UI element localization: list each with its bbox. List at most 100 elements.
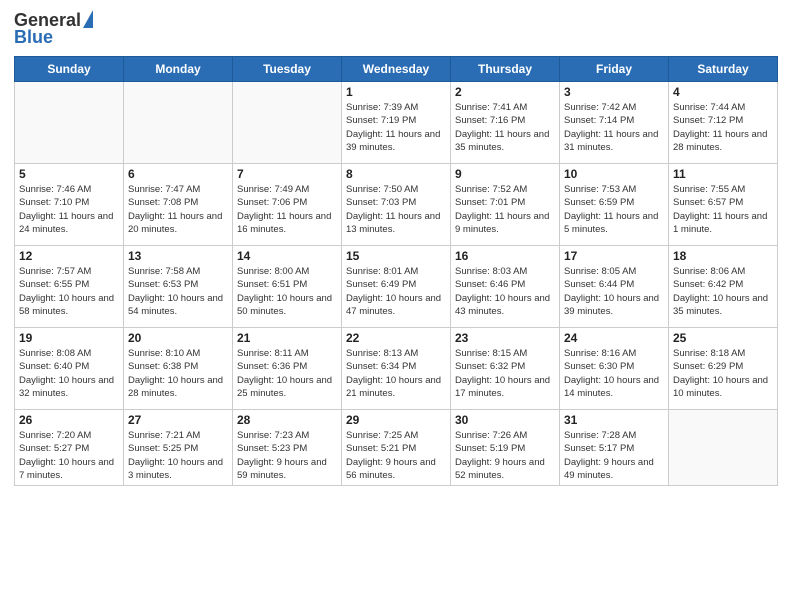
day-number: 3	[564, 85, 664, 99]
day-cell: 5Sunrise: 7:46 AMSunset: 7:10 PMDaylight…	[15, 164, 124, 246]
day-info: Sunrise: 8:08 AMSunset: 6:40 PMDaylight:…	[19, 347, 119, 400]
day-cell: 18Sunrise: 8:06 AMSunset: 6:42 PMDayligh…	[669, 246, 778, 328]
day-cell	[233, 82, 342, 164]
day-info: Sunrise: 8:01 AMSunset: 6:49 PMDaylight:…	[346, 265, 446, 318]
day-info: Sunrise: 8:11 AMSunset: 6:36 PMDaylight:…	[237, 347, 337, 400]
day-cell: 4Sunrise: 7:44 AMSunset: 7:12 PMDaylight…	[669, 82, 778, 164]
day-number: 2	[455, 85, 555, 99]
day-number: 16	[455, 249, 555, 263]
day-cell: 10 Sunrise: 7:53 AMSunset: 6:59 PMDayligh…	[560, 164, 669, 246]
day-cell: 26 Sunrise: 7:20 AMSunset: 5:27 PMDayligh…	[15, 410, 124, 486]
day-number: 6	[128, 167, 228, 181]
calendar: SundayMondayTuesdayWednesdayThursdayFrid…	[14, 56, 778, 486]
day-info: Sunrise: 8:18 AMSunset: 6:29 PMDaylight:…	[673, 347, 773, 400]
day-info: Sunrise: 7:41 AMSunset: 7:16 PMDaylight:…	[455, 101, 555, 154]
day-cell: 29 Sunrise: 7:25 AMSunset: 5:21 PMDayligh…	[342, 410, 451, 486]
day-cell: 16 Sunrise: 8:03 AMSunset: 6:46 PMDayligh…	[451, 246, 560, 328]
day-info: Sunrise: 7:50 AMSunset: 7:03 PMDaylight:…	[346, 183, 446, 236]
day-info: Sunrise: 8:03 AMSunset: 6:46 PMDaylight:…	[455, 265, 555, 318]
day-info: Sunrise: 7:28 AMSunset: 5:17 PMDaylight:…	[564, 429, 664, 482]
weekday-header-friday: Friday	[560, 57, 669, 82]
day-number: 23	[455, 331, 555, 345]
day-info: Sunrise: 8:10 AMSunset: 6:38 PMDaylight:…	[128, 347, 228, 400]
day-cell: 25Sunrise: 8:18 AMSunset: 6:29 PMDayligh…	[669, 328, 778, 410]
day-number: 1	[346, 85, 446, 99]
day-number: 12	[19, 249, 119, 263]
day-cell: 9 Sunrise: 7:52 AMSunset: 7:01 PMDaylight…	[451, 164, 560, 246]
day-number: 24	[564, 331, 664, 345]
day-cell: 11Sunrise: 7:55 AMSunset: 6:57 PMDayligh…	[669, 164, 778, 246]
weekday-header-wednesday: Wednesday	[342, 57, 451, 82]
day-cell: 12Sunrise: 7:57 AMSunset: 6:55 PMDayligh…	[15, 246, 124, 328]
day-info: Sunrise: 7:25 AMSunset: 5:21 PMDaylight:…	[346, 429, 446, 482]
day-info: Sunrise: 7:20 AMSunset: 5:27 PMDaylight:…	[19, 429, 119, 482]
day-number: 29	[346, 413, 446, 427]
day-info: Sunrise: 7:55 AMSunset: 6:57 PMDaylight:…	[673, 183, 773, 236]
day-cell: 8 Sunrise: 7:50 AMSunset: 7:03 PMDaylight…	[342, 164, 451, 246]
day-number: 22	[346, 331, 446, 345]
day-number: 17	[564, 249, 664, 263]
day-number: 19	[19, 331, 119, 345]
day-info: Sunrise: 7:26 AMSunset: 5:19 PMDaylight:…	[455, 429, 555, 482]
day-cell: 28 Sunrise: 7:23 AMSunset: 5:23 PMDayligh…	[233, 410, 342, 486]
day-number: 26	[19, 413, 119, 427]
day-info: Sunrise: 8:00 AMSunset: 6:51 PMDaylight:…	[237, 265, 337, 318]
day-cell: 22 Sunrise: 8:13 AMSunset: 6:34 PMDayligh…	[342, 328, 451, 410]
day-info: Sunrise: 7:21 AMSunset: 5:25 PMDaylight:…	[128, 429, 228, 482]
weekday-header-monday: Monday	[124, 57, 233, 82]
day-cell: 31 Sunrise: 7:28 AMSunset: 5:17 PMDayligh…	[560, 410, 669, 486]
day-cell: 1 Sunrise: 7:39 AMSunset: 7:19 PMDaylight…	[342, 82, 451, 164]
week-row-4: 19 Sunrise: 8:08 AMSunset: 6:40 PMDayligh…	[15, 328, 778, 410]
day-number: 31	[564, 413, 664, 427]
day-cell: 14 Sunrise: 8:00 AMSunset: 6:51 PMDayligh…	[233, 246, 342, 328]
day-cell: 3 Sunrise: 7:42 AMSunset: 7:14 PMDaylight…	[560, 82, 669, 164]
week-row-3: 12Sunrise: 7:57 AMSunset: 6:55 PMDayligh…	[15, 246, 778, 328]
week-row-2: 5Sunrise: 7:46 AMSunset: 7:10 PMDaylight…	[15, 164, 778, 246]
day-info: Sunrise: 8:15 AMSunset: 6:32 PMDaylight:…	[455, 347, 555, 400]
day-cell	[124, 82, 233, 164]
day-info: Sunrise: 7:53 AMSunset: 6:59 PMDaylight:…	[564, 183, 664, 236]
day-info: Sunrise: 7:42 AMSunset: 7:14 PMDaylight:…	[564, 101, 664, 154]
day-info: Sunrise: 7:47 AMSunset: 7:08 PMDaylight:…	[128, 183, 228, 236]
day-cell: 27Sunrise: 7:21 AMSunset: 5:25 PMDayligh…	[124, 410, 233, 486]
day-cell: 2 Sunrise: 7:41 AMSunset: 7:16 PMDaylight…	[451, 82, 560, 164]
logo: General Blue	[14, 10, 93, 48]
day-info: Sunrise: 7:39 AMSunset: 7:19 PMDaylight:…	[346, 101, 446, 154]
day-info: Sunrise: 7:23 AMSunset: 5:23 PMDaylight:…	[237, 429, 337, 482]
weekday-header-row: SundayMondayTuesdayWednesdayThursdayFrid…	[15, 57, 778, 82]
day-info: Sunrise: 7:49 AMSunset: 7:06 PMDaylight:…	[237, 183, 337, 236]
day-cell: 17 Sunrise: 8:05 AMSunset: 6:44 PMDayligh…	[560, 246, 669, 328]
day-number: 20	[128, 331, 228, 345]
day-cell	[15, 82, 124, 164]
day-cell: 23 Sunrise: 8:15 AMSunset: 6:32 PMDayligh…	[451, 328, 560, 410]
day-info: Sunrise: 7:52 AMSunset: 7:01 PMDaylight:…	[455, 183, 555, 236]
day-cell	[669, 410, 778, 486]
day-cell: 19 Sunrise: 8:08 AMSunset: 6:40 PMDayligh…	[15, 328, 124, 410]
day-number: 14	[237, 249, 337, 263]
day-cell: 30 Sunrise: 7:26 AMSunset: 5:19 PMDayligh…	[451, 410, 560, 486]
day-number: 9	[455, 167, 555, 181]
day-number: 8	[346, 167, 446, 181]
day-number: 10	[564, 167, 664, 181]
page: General Blue SundayMondayTuesdayWednesda…	[0, 0, 792, 612]
day-cell: 21Sunrise: 8:11 AMSunset: 6:36 PMDayligh…	[233, 328, 342, 410]
day-cell: 24 Sunrise: 8:16 AMSunset: 6:30 PMDayligh…	[560, 328, 669, 410]
day-number: 7	[237, 167, 337, 181]
day-info: Sunrise: 8:05 AMSunset: 6:44 PMDaylight:…	[564, 265, 664, 318]
logo-blue-text: Blue	[14, 27, 53, 48]
day-info: Sunrise: 8:16 AMSunset: 6:30 PMDaylight:…	[564, 347, 664, 400]
day-info: Sunrise: 8:13 AMSunset: 6:34 PMDaylight:…	[346, 347, 446, 400]
weekday-header-sunday: Sunday	[15, 57, 124, 82]
day-number: 28	[237, 413, 337, 427]
day-info: Sunrise: 7:58 AMSunset: 6:53 PMDaylight:…	[128, 265, 228, 318]
weekday-header-saturday: Saturday	[669, 57, 778, 82]
day-number: 30	[455, 413, 555, 427]
weekday-header-tuesday: Tuesday	[233, 57, 342, 82]
week-row-5: 26 Sunrise: 7:20 AMSunset: 5:27 PMDayligh…	[15, 410, 778, 486]
day-number: 15	[346, 249, 446, 263]
day-number: 4	[673, 85, 773, 99]
day-number: 5	[19, 167, 119, 181]
day-cell: 7 Sunrise: 7:49 AMSunset: 7:06 PMDaylight…	[233, 164, 342, 246]
day-number: 13	[128, 249, 228, 263]
logo-triangle-icon	[83, 10, 93, 28]
